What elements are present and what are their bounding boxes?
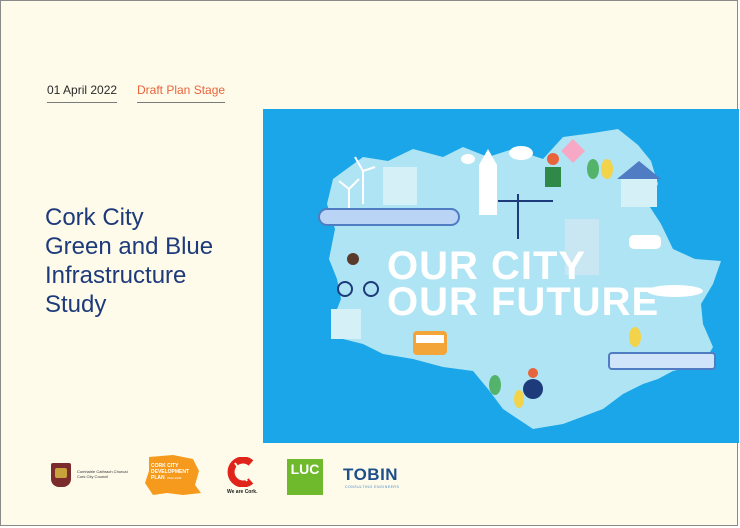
- council-name-english: Cork City Council: [77, 474, 108, 479]
- tobin-label: TOBIN: [343, 465, 399, 484]
- stage-label: Draft Plan Stage: [137, 83, 226, 103]
- title-line-3: Infrastructure: [45, 262, 187, 289]
- person-icon: [523, 379, 543, 399]
- train-icon: [318, 208, 460, 226]
- cover-illustration: OUR CITY OUR FUTURE: [263, 109, 739, 443]
- title-line-2: Green and Blue: [45, 233, 214, 260]
- headline-line-2: OUR FUTURE: [387, 280, 659, 324]
- title-line-1: Cork City: [45, 204, 144, 231]
- cork-city-council-logo: Comhairle Cathrach Chorcaí Cork City Cou…: [51, 463, 141, 487]
- cloud-icon: [461, 154, 475, 164]
- svg-text:PLAN: PLAN: [151, 475, 165, 481]
- tower-building: [479, 165, 497, 215]
- cork-c-icon: [227, 456, 254, 488]
- tobin-logo: TOBIN CONSULTING ENGINEERS: [343, 465, 423, 489]
- cloud-icon: [509, 146, 533, 160]
- council-crest-icon: [51, 463, 71, 487]
- we-are-cork-label: We are Cork.: [227, 489, 258, 495]
- document-title: Cork City Green and Blue Infrastructure …: [45, 203, 213, 319]
- house-building: [331, 309, 361, 339]
- date-label: 01 April 2022: [47, 83, 118, 103]
- house-icon: [621, 179, 657, 207]
- page: 01 April 2022 Draft Plan Stage Cork City…: [0, 0, 739, 526]
- we-are-cork-logo: We are Cork.: [225, 456, 259, 497]
- svg-text:2022-2028: 2022-2028: [167, 476, 182, 480]
- car-icon: [629, 235, 661, 249]
- title-line-4: Study: [45, 291, 107, 318]
- castle-building: [383, 167, 417, 205]
- cyclist-icon: [347, 253, 359, 265]
- luc-logo: LUC: [287, 459, 323, 495]
- development-plan-logo: CORK CITY DEVELOPMENT PLAN 2022-2028: [145, 455, 201, 495]
- partner-logos: Comhairle Cathrach Chorcaí Cork City Cou…: [1, 449, 739, 509]
- person-icon: [547, 153, 559, 165]
- tram-icon: [608, 352, 716, 370]
- tobin-subtitle: CONSULTING ENGINEERS: [345, 485, 400, 489]
- luc-label: LUC: [290, 461, 320, 477]
